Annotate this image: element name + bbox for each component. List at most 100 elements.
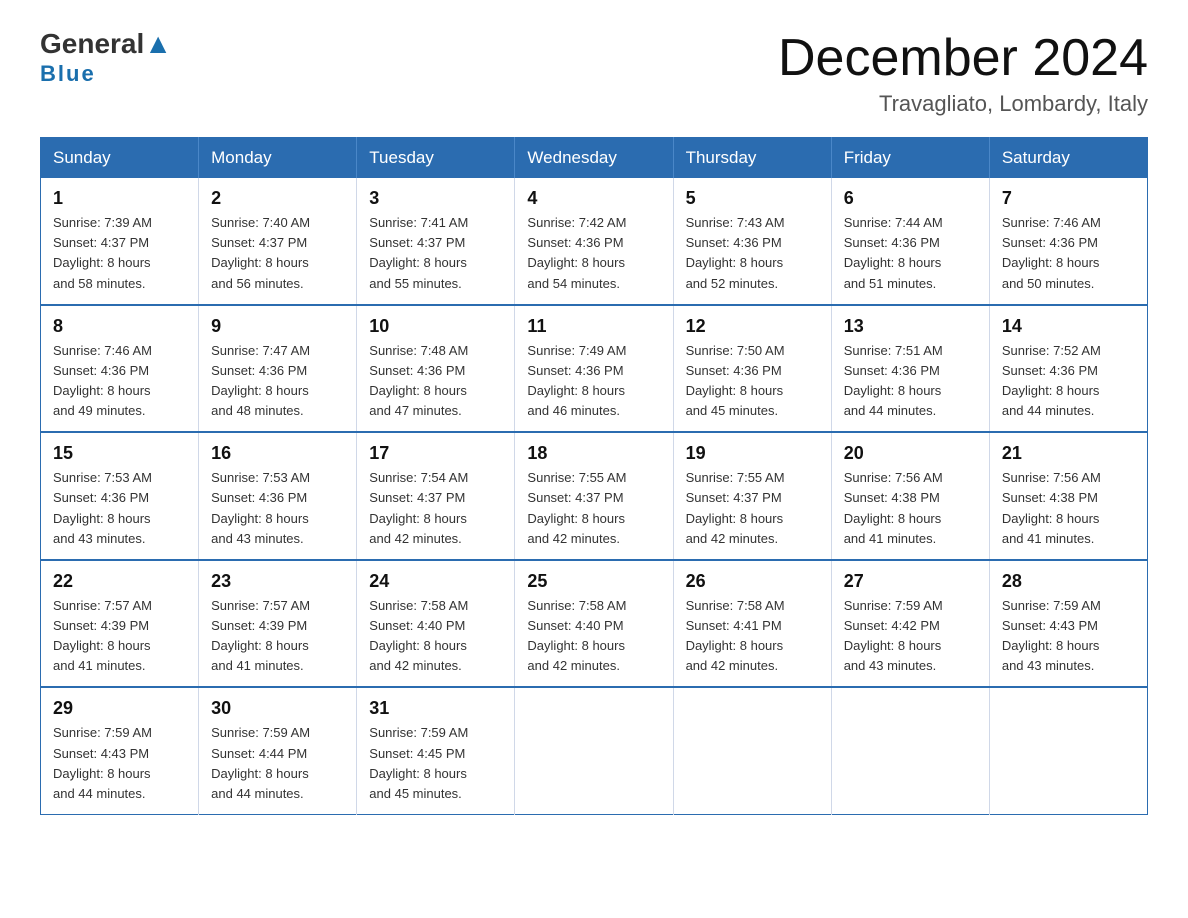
- table-row: 20 Sunrise: 7:56 AMSunset: 4:38 PMDaylig…: [831, 432, 989, 560]
- table-row: 11 Sunrise: 7:49 AMSunset: 4:36 PMDaylig…: [515, 305, 673, 433]
- table-row: 24 Sunrise: 7:58 AMSunset: 4:40 PMDaylig…: [357, 560, 515, 688]
- day-number: 26: [686, 571, 819, 592]
- table-row: 27 Sunrise: 7:59 AMSunset: 4:42 PMDaylig…: [831, 560, 989, 688]
- day-number: 13: [844, 316, 977, 337]
- day-number: 30: [211, 698, 344, 719]
- page-header: General▲ Blue December 2024 Travagliato,…: [40, 30, 1148, 117]
- table-row: 22 Sunrise: 7:57 AMSunset: 4:39 PMDaylig…: [41, 560, 199, 688]
- day-info: Sunrise: 7:57 AMSunset: 4:39 PMDaylight:…: [53, 596, 186, 677]
- day-info: Sunrise: 7:57 AMSunset: 4:39 PMDaylight:…: [211, 596, 344, 677]
- col-friday: Friday: [831, 138, 989, 179]
- day-number: 12: [686, 316, 819, 337]
- table-row: 31 Sunrise: 7:59 AMSunset: 4:45 PMDaylig…: [357, 687, 515, 814]
- day-number: 9: [211, 316, 344, 337]
- day-info: Sunrise: 7:56 AMSunset: 4:38 PMDaylight:…: [1002, 468, 1135, 549]
- day-info: Sunrise: 7:44 AMSunset: 4:36 PMDaylight:…: [844, 213, 977, 294]
- table-row: [515, 687, 673, 814]
- table-row: 18 Sunrise: 7:55 AMSunset: 4:37 PMDaylig…: [515, 432, 673, 560]
- day-number: 28: [1002, 571, 1135, 592]
- table-row: [831, 687, 989, 814]
- day-number: 19: [686, 443, 819, 464]
- day-info: Sunrise: 7:48 AMSunset: 4:36 PMDaylight:…: [369, 341, 502, 422]
- day-number: 27: [844, 571, 977, 592]
- table-row: 21 Sunrise: 7:56 AMSunset: 4:38 PMDaylig…: [989, 432, 1147, 560]
- table-row: 16 Sunrise: 7:53 AMSunset: 4:36 PMDaylig…: [199, 432, 357, 560]
- day-info: Sunrise: 7:40 AMSunset: 4:37 PMDaylight:…: [211, 213, 344, 294]
- calendar-week-row: 15 Sunrise: 7:53 AMSunset: 4:36 PMDaylig…: [41, 432, 1148, 560]
- table-row: 2 Sunrise: 7:40 AMSunset: 4:37 PMDayligh…: [199, 178, 357, 305]
- calendar-week-row: 22 Sunrise: 7:57 AMSunset: 4:39 PMDaylig…: [41, 560, 1148, 688]
- day-number: 4: [527, 188, 660, 209]
- day-info: Sunrise: 7:54 AMSunset: 4:37 PMDaylight:…: [369, 468, 502, 549]
- logo-blue: Blue: [40, 61, 96, 86]
- table-row: 5 Sunrise: 7:43 AMSunset: 4:36 PMDayligh…: [673, 178, 831, 305]
- day-info: Sunrise: 7:59 AMSunset: 4:42 PMDaylight:…: [844, 596, 977, 677]
- table-row: 26 Sunrise: 7:58 AMSunset: 4:41 PMDaylig…: [673, 560, 831, 688]
- day-info: Sunrise: 7:47 AMSunset: 4:36 PMDaylight:…: [211, 341, 344, 422]
- table-row: 12 Sunrise: 7:50 AMSunset: 4:36 PMDaylig…: [673, 305, 831, 433]
- day-number: 23: [211, 571, 344, 592]
- table-row: 29 Sunrise: 7:59 AMSunset: 4:43 PMDaylig…: [41, 687, 199, 814]
- day-number: 10: [369, 316, 502, 337]
- table-row: 23 Sunrise: 7:57 AMSunset: 4:39 PMDaylig…: [199, 560, 357, 688]
- day-number: 2: [211, 188, 344, 209]
- day-number: 8: [53, 316, 186, 337]
- day-number: 11: [527, 316, 660, 337]
- table-row: 13 Sunrise: 7:51 AMSunset: 4:36 PMDaylig…: [831, 305, 989, 433]
- day-info: Sunrise: 7:41 AMSunset: 4:37 PMDaylight:…: [369, 213, 502, 294]
- day-info: Sunrise: 7:56 AMSunset: 4:38 PMDaylight:…: [844, 468, 977, 549]
- day-number: 1: [53, 188, 186, 209]
- table-row: 19 Sunrise: 7:55 AMSunset: 4:37 PMDaylig…: [673, 432, 831, 560]
- title-block: December 2024 Travagliato, Lombardy, Ita…: [778, 30, 1148, 117]
- table-row: 25 Sunrise: 7:58 AMSunset: 4:40 PMDaylig…: [515, 560, 673, 688]
- day-info: Sunrise: 7:55 AMSunset: 4:37 PMDaylight:…: [527, 468, 660, 549]
- table-row: 3 Sunrise: 7:41 AMSunset: 4:37 PMDayligh…: [357, 178, 515, 305]
- table-row: 8 Sunrise: 7:46 AMSunset: 4:36 PMDayligh…: [41, 305, 199, 433]
- day-number: 20: [844, 443, 977, 464]
- day-info: Sunrise: 7:51 AMSunset: 4:36 PMDaylight:…: [844, 341, 977, 422]
- day-number: 15: [53, 443, 186, 464]
- table-row: 14 Sunrise: 7:52 AMSunset: 4:36 PMDaylig…: [989, 305, 1147, 433]
- location: Travagliato, Lombardy, Italy: [778, 91, 1148, 117]
- table-row: 28 Sunrise: 7:59 AMSunset: 4:43 PMDaylig…: [989, 560, 1147, 688]
- day-number: 21: [1002, 443, 1135, 464]
- day-info: Sunrise: 7:39 AMSunset: 4:37 PMDaylight:…: [53, 213, 186, 294]
- col-monday: Monday: [199, 138, 357, 179]
- day-info: Sunrise: 7:59 AMSunset: 4:44 PMDaylight:…: [211, 723, 344, 804]
- day-info: Sunrise: 7:49 AMSunset: 4:36 PMDaylight:…: [527, 341, 660, 422]
- table-row: 15 Sunrise: 7:53 AMSunset: 4:36 PMDaylig…: [41, 432, 199, 560]
- logo-general: General: [40, 28, 144, 59]
- day-info: Sunrise: 7:58 AMSunset: 4:40 PMDaylight:…: [527, 596, 660, 677]
- calendar-header-row: Sunday Monday Tuesday Wednesday Thursday…: [41, 138, 1148, 179]
- logo: General▲ Blue: [40, 30, 172, 86]
- day-info: Sunrise: 7:46 AMSunset: 4:36 PMDaylight:…: [1002, 213, 1135, 294]
- day-number: 17: [369, 443, 502, 464]
- day-number: 18: [527, 443, 660, 464]
- day-info: Sunrise: 7:42 AMSunset: 4:36 PMDaylight:…: [527, 213, 660, 294]
- day-number: 3: [369, 188, 502, 209]
- day-info: Sunrise: 7:58 AMSunset: 4:41 PMDaylight:…: [686, 596, 819, 677]
- day-info: Sunrise: 7:59 AMSunset: 4:43 PMDaylight:…: [1002, 596, 1135, 677]
- col-wednesday: Wednesday: [515, 138, 673, 179]
- day-number: 25: [527, 571, 660, 592]
- day-info: Sunrise: 7:58 AMSunset: 4:40 PMDaylight:…: [369, 596, 502, 677]
- day-number: 22: [53, 571, 186, 592]
- table-row: 9 Sunrise: 7:47 AMSunset: 4:36 PMDayligh…: [199, 305, 357, 433]
- day-info: Sunrise: 7:59 AMSunset: 4:45 PMDaylight:…: [369, 723, 502, 804]
- day-number: 5: [686, 188, 819, 209]
- day-info: Sunrise: 7:53 AMSunset: 4:36 PMDaylight:…: [211, 468, 344, 549]
- day-number: 14: [1002, 316, 1135, 337]
- col-saturday: Saturday: [989, 138, 1147, 179]
- day-number: 24: [369, 571, 502, 592]
- table-row: 17 Sunrise: 7:54 AMSunset: 4:37 PMDaylig…: [357, 432, 515, 560]
- day-info: Sunrise: 7:55 AMSunset: 4:37 PMDaylight:…: [686, 468, 819, 549]
- day-info: Sunrise: 7:46 AMSunset: 4:36 PMDaylight:…: [53, 341, 186, 422]
- day-info: Sunrise: 7:59 AMSunset: 4:43 PMDaylight:…: [53, 723, 186, 804]
- day-info: Sunrise: 7:53 AMSunset: 4:36 PMDaylight:…: [53, 468, 186, 549]
- calendar-week-row: 8 Sunrise: 7:46 AMSunset: 4:36 PMDayligh…: [41, 305, 1148, 433]
- calendar-week-row: 29 Sunrise: 7:59 AMSunset: 4:43 PMDaylig…: [41, 687, 1148, 814]
- logo-text: General▲ Blue: [40, 30, 172, 86]
- calendar-week-row: 1 Sunrise: 7:39 AMSunset: 4:37 PMDayligh…: [41, 178, 1148, 305]
- table-row: [989, 687, 1147, 814]
- day-number: 6: [844, 188, 977, 209]
